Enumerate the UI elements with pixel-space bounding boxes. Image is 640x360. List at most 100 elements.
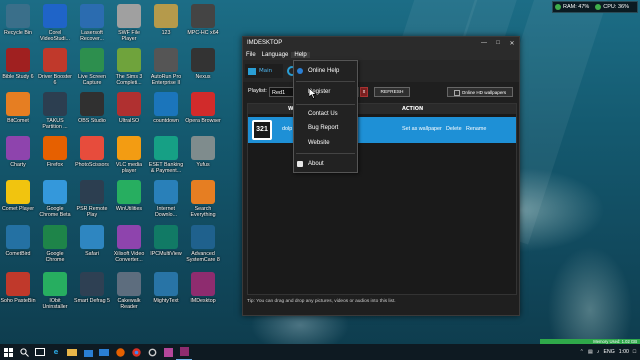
menu-item-about[interactable]: About [294,158,357,170]
menu-item-bug-report[interactable]: Bug Report [294,122,357,134]
close-icon[interactable]: ✕ [505,40,519,47]
app-icon [191,136,215,160]
desktop-icon[interactable]: AutoRun Pro Enterprise II [148,48,184,94]
desktop-icon[interactable]: OBS Studio [74,92,110,138]
app-icon [6,180,30,204]
desktop-icon[interactable]: Search Everything [185,180,221,226]
delete-link[interactable]: Delete [446,126,462,132]
desktop-icon[interactable]: Recycle Bin [0,4,36,50]
desktop-icon[interactable]: IMDesktop [185,272,221,318]
desktop-icon[interactable]: Smart Defrag 5 [74,272,110,318]
menu-help[interactable]: Help [291,51,310,58]
desktop-icon-label: Cakewalk Reader [117,298,141,310]
firefox-taskbar-icon[interactable] [112,344,128,360]
desktop-icon[interactable]: ESET Banking & Payment... [148,136,184,182]
desktop-icon[interactable]: Driver Booster 6 [37,48,73,94]
edge-icon[interactable]: e [48,344,64,360]
clock[interactable]: 1:00 [619,349,629,355]
app-taskbar-icon[interactable] [160,344,176,360]
language-indicator[interactable]: ENG [604,349,615,355]
desktop-icon[interactable]: VLC media player [111,136,147,182]
task-view-icon[interactable] [32,344,48,360]
desktop-icon[interactable]: Cakewalk Reader [111,272,147,318]
desktop-icon[interactable]: Live Screen Capture [74,48,110,94]
app-icon [191,180,215,204]
app-icon [80,180,104,204]
desktop-icon[interactable]: Xilisoft Video Converter... [111,225,147,271]
volume-icon[interactable]: ♪ [597,349,600,355]
menu-item-website[interactable]: Website [294,137,357,149]
desktop-icon[interactable]: CometBird [0,225,36,271]
desktop-icon[interactable]: Comet Player [0,180,36,226]
chrome-taskbar-icon[interactable] [128,344,144,360]
delete-playlist-button[interactable]: x [360,87,368,97]
desktop-icon[interactable]: Yufus [185,136,221,182]
desktop-icon[interactable]: IPCMultiView [148,225,184,271]
search-icon[interactable] [16,344,32,360]
refresh-button[interactable]: REFRESH [374,87,410,97]
desktop-icon[interactable]: WinUtilities [111,180,147,226]
start-button[interactable] [0,344,16,360]
menu-language[interactable]: Language [259,52,292,58]
menu-file[interactable]: File [243,52,259,58]
desktop-icon[interactable]: Google Chrome Beta [37,180,73,226]
desktop-icon[interactable]: UltraISO [111,92,147,138]
desktop-icon-label: PhotoScissors [75,162,109,168]
desktop-icon-label: Corel VideoStudi... [40,30,70,42]
folder-icon[interactable] [64,344,80,360]
online-hd-wallpapers-button[interactable]: Online HD wallpapers [447,87,513,97]
maximize-icon[interactable]: □ [491,40,505,47]
tab-main[interactable]: Main [245,64,283,78]
store-icon[interactable] [80,344,96,360]
desktop-icon[interactable]: Nexus [185,48,221,94]
settings-taskbar-icon[interactable] [144,344,160,360]
wallpaper-icon [248,67,256,75]
desktop-icon[interactable]: Charty [0,136,36,182]
desktop-icon[interactable]: Soho PasteBin [0,272,36,318]
rename-link[interactable]: Rename [466,126,486,132]
list-row[interactable]: 321 dolp Set as wallpaper Delete Rename [248,117,516,143]
app-icon [80,4,104,28]
desktop-icon[interactable]: Lasersoft Recover... [74,4,110,50]
system-tray: ⌃ ▤ ♪ ENG 1:00 □ [580,344,640,360]
menu-item-contact-us[interactable]: Contact Us [294,108,357,120]
mail-icon[interactable] [96,344,112,360]
desktop-icon[interactable]: MightyText [148,272,184,318]
desktop-icon-label: Comet Player [1,206,35,212]
set-as-wallpaper-link[interactable]: Set as wallpaper [402,126,442,132]
title-bar[interactable]: IMDESKTOP — □ ✕ [243,37,519,49]
tray-chevron-icon[interactable]: ⌃ [580,349,584,355]
desktop-icon[interactable]: countdown [148,92,184,138]
minimize-icon[interactable]: — [477,40,491,47]
desktop-icon[interactable]: Internet Downlo... [148,180,184,226]
desktop-icon[interactable]: PhotoScissors [74,136,110,182]
desktop-icon[interactable]: Advanced SystemCare 8 [185,225,221,271]
desktop-icon[interactable]: IObit Uninstaller [37,272,73,318]
imdesktop-taskbar-icon[interactable] [176,344,192,360]
desktop-icon[interactable]: The Sims 3 Completi... [111,48,147,94]
notification-icon[interactable]: □ [633,349,636,355]
app-icon [43,225,67,249]
mouse-cursor-icon [309,88,317,99]
desktop-icon[interactable]: Google Chrome [37,225,73,271]
desktop-icon[interactable]: Bible Study 6 [0,48,36,94]
list-header: WA ACTION [248,104,516,114]
desktop-icon[interactable]: Corel VideoStudi... [37,4,73,50]
desktop-icon[interactable]: SWF File Player [111,4,147,50]
desktop-icon[interactable]: BitComet [0,92,36,138]
desktop-icon-label: Xilisoft Video Converter... [113,251,145,263]
desktop-icon[interactable]: 123 [148,4,184,50]
desktop-icon[interactable]: Firefox [37,136,73,182]
desktop-icon[interactable]: PSR Remote Play [74,180,110,226]
network-icon[interactable]: ▤ [588,349,593,355]
desktop-icon[interactable]: Safari [74,225,110,271]
menu-item-online-help[interactable]: Online Help [294,65,357,77]
menu-item-register[interactable]: Register [294,86,357,98]
menu-separator [296,153,355,154]
desktop-icon[interactable]: MPC-HC x64 [185,4,221,50]
desktop-icon-label: Google Chrome Beta [39,206,71,218]
wallpaper-list[interactable]: WA ACTION 321 dolp Set as wallpaper Dele… [247,103,517,295]
desktop-icon[interactable]: TAKUS Partition ... [37,92,73,138]
desktop-icon[interactable]: Opera Browser [185,92,221,138]
desktop-icon-label: Driver Booster 6 [38,74,72,86]
